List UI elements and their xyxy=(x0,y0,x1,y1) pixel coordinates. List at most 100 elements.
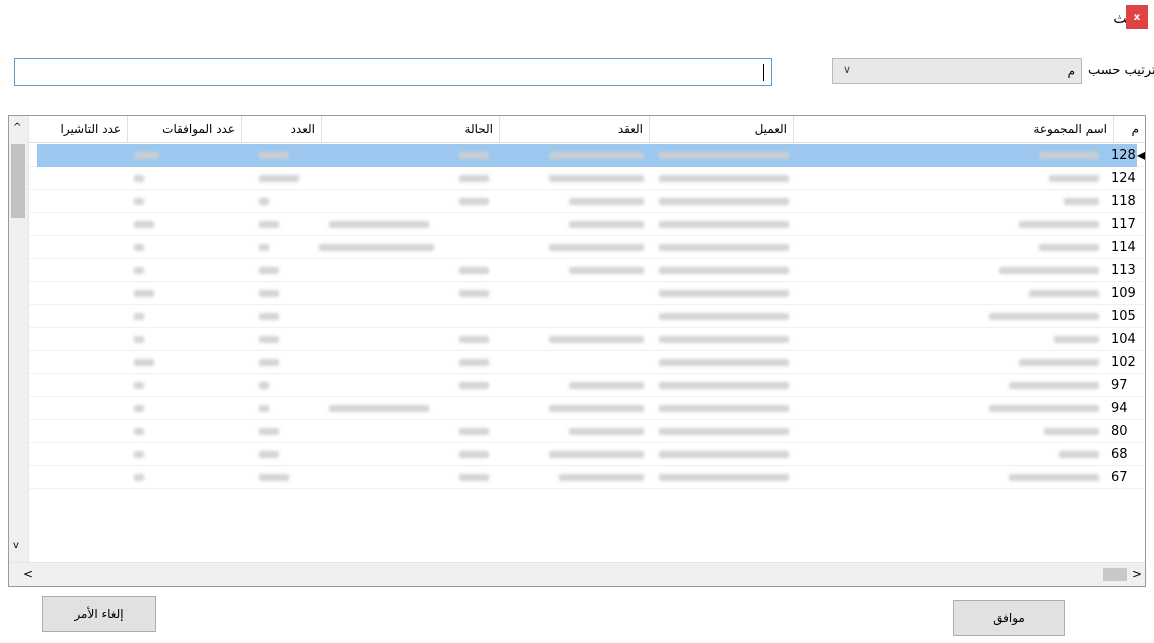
blurred-cell xyxy=(459,175,489,182)
table-row[interactable]: 105 xyxy=(9,305,1145,328)
blurred-cell xyxy=(134,405,144,412)
blurred-cell xyxy=(259,290,279,297)
blurred-cell xyxy=(134,359,154,366)
row-number: 128 xyxy=(1111,148,1136,163)
blurred-cell xyxy=(459,474,489,481)
table-row[interactable]: 118 xyxy=(9,190,1145,213)
blurred-cell xyxy=(459,451,489,458)
scroll-thumb[interactable] xyxy=(1103,568,1127,581)
cancel-button[interactable]: إلغاء الأمر xyxy=(42,596,156,632)
blurred-cell xyxy=(569,382,644,389)
text-caret xyxy=(763,64,764,81)
blurred-cell xyxy=(319,244,434,251)
blurred-cell xyxy=(459,336,489,343)
blurred-cell xyxy=(134,267,144,274)
blurred-cell xyxy=(659,336,789,343)
column-header-visas[interactable]: عدد التاشيرا xyxy=(29,116,127,143)
blurred-cell xyxy=(1019,359,1099,366)
blurred-cell xyxy=(329,405,429,412)
blurred-cell xyxy=(1054,336,1099,343)
row-number: 104 xyxy=(1111,332,1136,347)
sort-selected-value: م xyxy=(1067,64,1075,78)
blurred-cell xyxy=(1049,175,1099,182)
table-row[interactable]: 80 xyxy=(9,420,1145,443)
table-row[interactable]: 68 xyxy=(9,443,1145,466)
blurred-cell xyxy=(134,244,144,251)
row-number: 102 xyxy=(1111,355,1136,370)
table-row[interactable]: 117 xyxy=(9,213,1145,236)
blurred-cell xyxy=(569,221,644,228)
table-row[interactable]: 104 xyxy=(9,328,1145,351)
sort-select[interactable]: م ∨ xyxy=(832,58,1082,84)
column-header-client[interactable]: العميل xyxy=(649,116,793,143)
blurred-cell xyxy=(259,313,279,320)
row-number: 114 xyxy=(1111,240,1136,255)
grid-header: م اسم المجموعة العميل العقد الحالة العدد… xyxy=(9,116,1145,143)
scroll-down-icon[interactable]: v xyxy=(13,540,19,551)
blurred-cell xyxy=(1009,382,1099,389)
ok-button[interactable]: موافق xyxy=(953,600,1065,636)
vertical-scrollbar[interactable]: ^ v xyxy=(9,116,29,562)
column-header-contract[interactable]: العقد xyxy=(499,116,649,143)
horizontal-scrollbar[interactable]: < > xyxy=(9,562,1145,586)
scroll-right-icon[interactable]: > xyxy=(1132,567,1142,581)
blurred-cell xyxy=(549,451,644,458)
blurred-cell xyxy=(1059,451,1099,458)
table-row[interactable]: 114 xyxy=(9,236,1145,259)
blurred-cell xyxy=(134,221,154,228)
table-row[interactable]: 109 xyxy=(9,282,1145,305)
table-row[interactable]: 124 xyxy=(9,167,1145,190)
blurred-cell xyxy=(549,336,644,343)
column-header-status[interactable]: الحالة xyxy=(321,116,499,143)
blurred-cell xyxy=(459,359,489,366)
blurred-cell xyxy=(659,405,789,412)
blurred-cell xyxy=(659,451,789,458)
table-row[interactable]: 102 xyxy=(9,351,1145,374)
blurred-cell xyxy=(459,198,489,205)
scroll-left-icon[interactable]: < xyxy=(23,567,33,581)
column-header-number[interactable]: م xyxy=(1113,116,1145,143)
table-row[interactable]: 128 ◀ xyxy=(9,144,1145,167)
blurred-cell xyxy=(989,405,1099,412)
row-number: 68 xyxy=(1111,447,1128,462)
blurred-cell xyxy=(659,221,789,228)
blurred-cell xyxy=(549,244,644,251)
table-row[interactable]: 113 xyxy=(9,259,1145,282)
table-row[interactable]: 94 xyxy=(9,397,1145,420)
blurred-cell xyxy=(259,474,289,481)
blurred-cell xyxy=(659,290,789,297)
column-header-count[interactable]: العدد xyxy=(241,116,321,143)
blurred-cell xyxy=(569,267,644,274)
table-row[interactable]: 97 xyxy=(9,374,1145,397)
blurred-cell xyxy=(1064,198,1099,205)
blurred-cell xyxy=(134,428,144,435)
blurred-cell xyxy=(659,474,789,481)
blurred-cell xyxy=(134,313,144,320)
column-header-approvals[interactable]: عدد الموافقات xyxy=(127,116,241,143)
blurred-cell xyxy=(259,336,279,343)
row-number: 67 xyxy=(1111,470,1128,485)
chevron-down-icon[interactable]: ∨ xyxy=(843,63,851,76)
results-grid[interactable]: م اسم المجموعة العميل العقد الحالة العدد… xyxy=(8,115,1146,587)
search-box[interactable] xyxy=(14,58,772,86)
column-header-group-name[interactable]: اسم المجموعة xyxy=(793,116,1113,143)
blurred-cell xyxy=(134,451,144,458)
search-input[interactable] xyxy=(15,59,771,85)
blurred-cell xyxy=(659,175,789,182)
blurred-cell xyxy=(549,175,644,182)
blurred-cell xyxy=(1039,244,1099,251)
blurred-cell xyxy=(1019,221,1099,228)
scroll-up-icon[interactable]: ^ xyxy=(13,122,21,133)
close-button[interactable]: x xyxy=(1126,5,1148,29)
blurred-cell xyxy=(259,359,279,366)
blurred-cell xyxy=(659,267,789,274)
blurred-cell xyxy=(659,244,789,251)
blurred-cell xyxy=(134,474,144,481)
blurred-cell xyxy=(259,175,299,182)
blurred-cell xyxy=(134,382,144,389)
blurred-cell xyxy=(569,198,644,205)
blurred-cell xyxy=(134,336,144,343)
blurred-cell xyxy=(659,313,789,320)
table-row[interactable]: 67 xyxy=(9,466,1145,489)
scroll-thumb[interactable] xyxy=(11,144,25,218)
